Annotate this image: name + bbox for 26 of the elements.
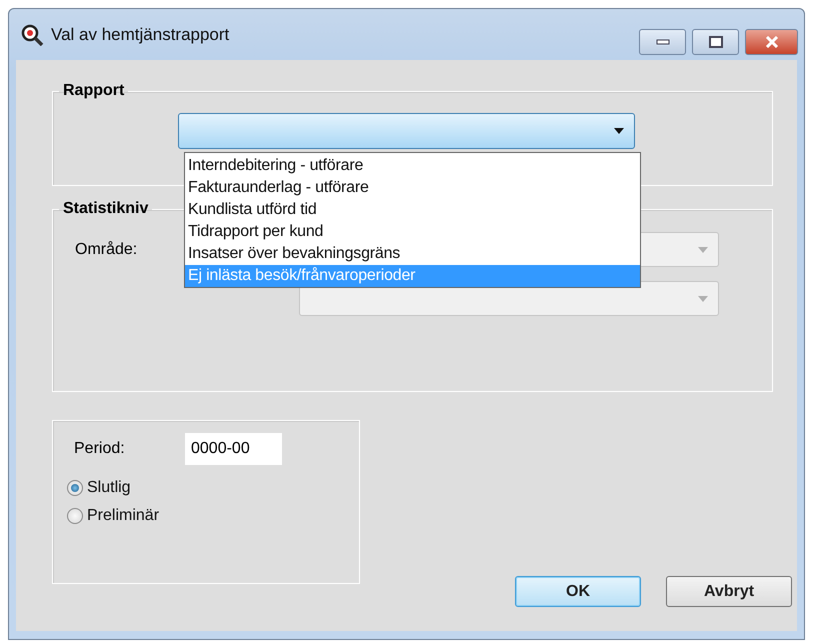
dropdown-arrow-icon (698, 246, 708, 252)
dropdown-option[interactable]: Tidrapport per kund (185, 221, 640, 243)
ok-button[interactable]: OK (515, 576, 641, 607)
maximize-button[interactable] (692, 29, 739, 55)
app-icon (21, 24, 45, 46)
dropdown-option[interactable]: Fakturaunderlag - utförare (185, 177, 640, 199)
radio-option[interactable]: Slutlig (67, 479, 131, 497)
dropdown-arrow-icon (698, 296, 708, 302)
maximize-icon (708, 36, 722, 48)
close-button[interactable] (745, 29, 798, 55)
window-title: Val av hemtjänstrapport (51, 24, 230, 44)
radio-option[interactable]: Preliminär (67, 507, 160, 525)
dropdown-option[interactable]: Insatser över bevakningsgräns (185, 243, 640, 265)
field-label: Period: (74, 440, 126, 458)
group-title: Rapport (62, 82, 126, 100)
minimize-icon (656, 39, 670, 45)
period-field[interactable]: 0000-00 (185, 433, 282, 465)
report-dropdown[interactable] (178, 113, 635, 149)
field-label: Område: (75, 240, 138, 258)
dropdown-option[interactable]: Interndebitering - utförare (185, 155, 640, 177)
dropdown-option[interactable]: Kundlista utförd tid (185, 199, 640, 221)
dropdown-arrow-icon (614, 128, 624, 134)
close-icon (764, 36, 780, 48)
minimize-button[interactable] (639, 29, 686, 55)
group-title: Statistikniv (62, 200, 150, 218)
cancel-button[interactable]: Avbryt (666, 576, 792, 607)
